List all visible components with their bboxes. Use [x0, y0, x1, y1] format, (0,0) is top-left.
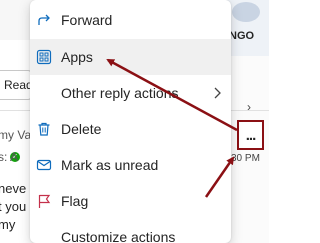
- apps-grid-icon: [36, 49, 52, 65]
- menu-item-label: Flag: [61, 193, 89, 209]
- menu-item-label: Other reply actions: [61, 85, 179, 101]
- header-name-fragment: NGO: [229, 30, 255, 42]
- more-horizontal-icon: ...: [245, 126, 256, 144]
- menu-item-flag[interactable]: Flag: [30, 183, 231, 219]
- chevron-right-icon: [212, 86, 222, 100]
- read-button-label: Read: [4, 78, 33, 92]
- flag-icon: [36, 193, 52, 209]
- menu-item-delete[interactable]: Delete: [30, 111, 231, 147]
- menu-item-other-reply-actions[interactable]: Other reply actions: [30, 75, 231, 111]
- status-line: s: A: [0, 150, 19, 164]
- menu-item-apps[interactable]: Apps: [30, 39, 231, 75]
- menu-item-label: Apps: [61, 49, 93, 65]
- sender-line: my Va: [0, 128, 32, 142]
- menu-item-label: Customize actions: [61, 229, 176, 243]
- trash-icon: [36, 121, 52, 137]
- more-actions-button[interactable]: ...: [237, 120, 264, 150]
- menu-item-label: Forward: [61, 12, 113, 28]
- forward-arrow-icon: [36, 12, 52, 28]
- menu-item-mark-as-unread[interactable]: Mark as unread: [30, 147, 231, 183]
- menu-item-customize-actions[interactable]: Customize actions: [30, 219, 231, 243]
- body-text-line: t you: [0, 199, 27, 214]
- avatar[interactable]: [232, 2, 260, 22]
- message-time: 30 PM: [231, 153, 260, 164]
- chevron-right-icon: ›: [247, 100, 251, 114]
- menu-item-forward[interactable]: Forward: [30, 2, 231, 38]
- body-text-line: neve: [0, 181, 27, 196]
- menu-item-label: Mark as unread: [61, 157, 159, 173]
- envelope-icon: [36, 157, 52, 173]
- body-text-line: my: [0, 217, 16, 232]
- more-actions-menu: Forward Apps Other reply actions Delete …: [30, 0, 231, 243]
- menu-item-label: Delete: [61, 121, 102, 137]
